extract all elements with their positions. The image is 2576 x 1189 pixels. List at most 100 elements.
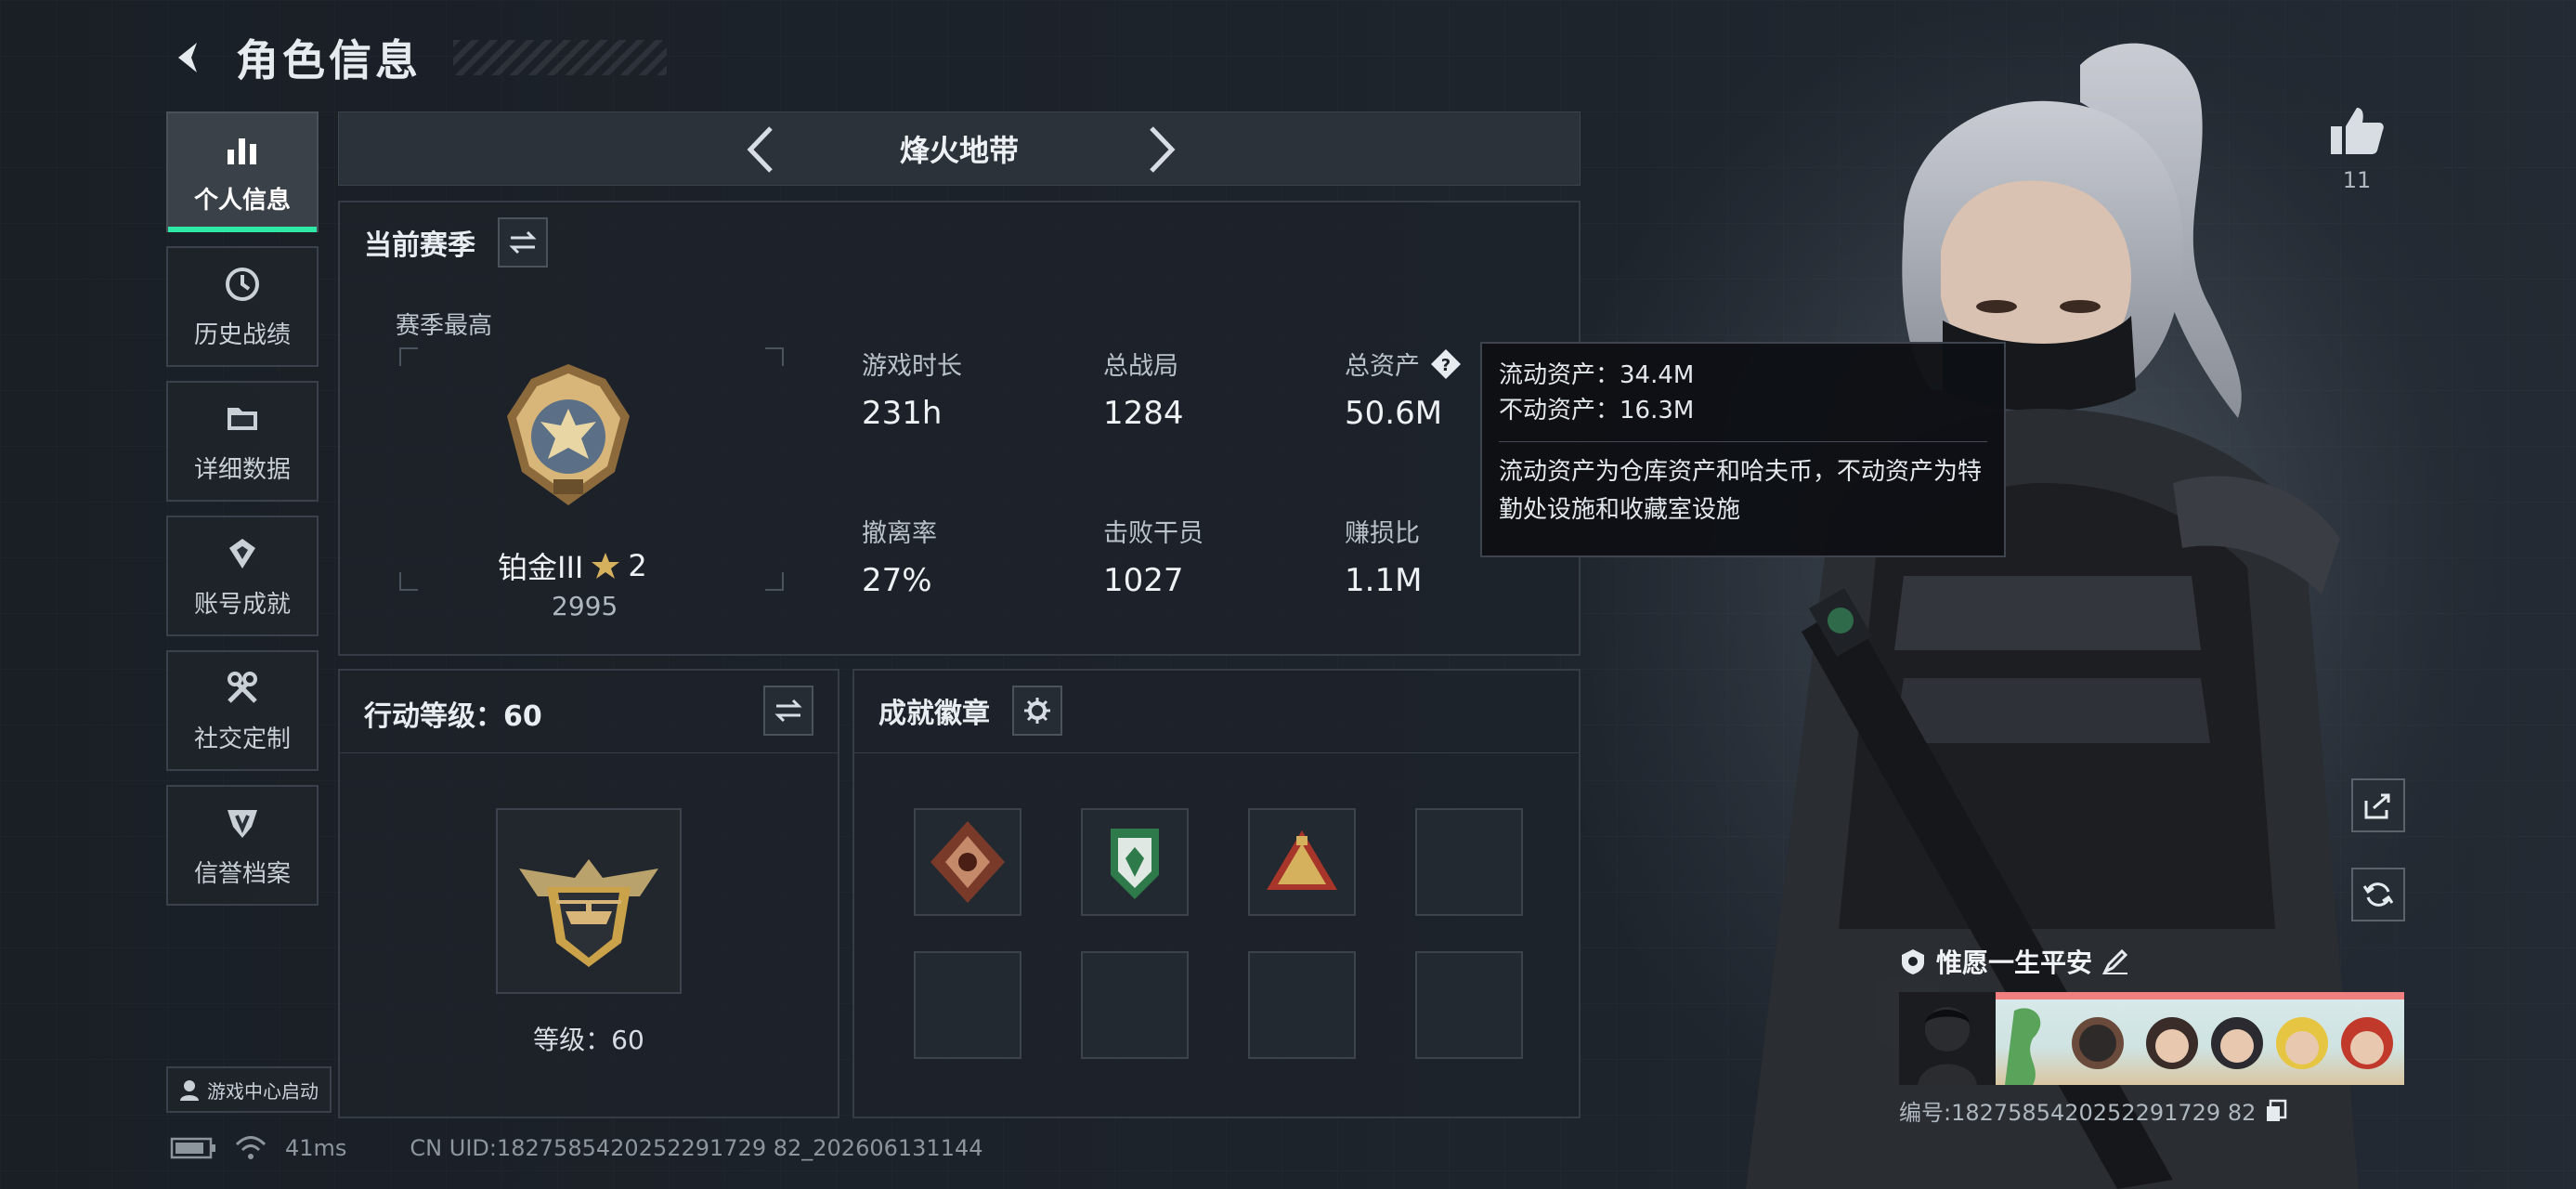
achievements-title: 成就徽章: [878, 698, 990, 730]
player-name: 惟愿一生平安: [1936, 947, 2093, 978]
edit-icon[interactable]: [2101, 947, 2129, 975]
stat-label: 击败干员: [1103, 519, 1203, 548]
season-best-label: 赛季最高: [396, 312, 493, 340]
rank-name: 铂金III: [498, 550, 584, 585]
copy-icon[interactable]: [2265, 1099, 2287, 1123]
stat-label: 撤离率: [862, 519, 937, 548]
ping-value: 41ms: [285, 1135, 347, 1161]
stat-label: 总资产: [1345, 352, 1420, 381]
share-icon: [2364, 793, 2390, 819]
badge-slot-empty[interactable]: [1415, 951, 1523, 1059]
battery-icon: [170, 1137, 215, 1159]
rank-stars: 2: [628, 548, 647, 583]
stat-value: 27%: [862, 562, 932, 599]
action-level-panel: 行动等级：60 等级：60: [338, 669, 839, 1118]
current-season-title: 当前赛季: [364, 229, 475, 262]
nav-item-social-custom[interactable]: 社交定制: [166, 650, 319, 771]
nav-item-history[interactable]: 历史战绩: [166, 246, 319, 367]
badge-settings-button[interactable]: [1012, 686, 1062, 736]
stat-value: 1027: [1103, 562, 1184, 599]
gold-emblem-badge-icon: [1267, 830, 1337, 890]
user-icon: [180, 1080, 199, 1101]
frame-corner: [399, 347, 418, 366]
game-center-label: 游戏中心启动: [207, 1079, 319, 1103]
switch-season-button[interactable]: [498, 217, 548, 268]
refresh-icon: [2362, 882, 2394, 907]
nav-item-personal-info[interactable]: 个人信息: [166, 111, 319, 232]
stat-value: 1284: [1103, 395, 1184, 432]
nav-item-detailed-data[interactable]: 详细数据: [166, 381, 319, 502]
stat-label: 总战局: [1103, 352, 1178, 381]
mode-name: 烽火地带: [899, 133, 1019, 168]
avatar[interactable]: [1899, 992, 1996, 1085]
nav-item-achievements[interactable]: 账号成就: [166, 516, 319, 636]
game-center-launch[interactable]: 游戏中心启动: [166, 1066, 332, 1113]
star-icon: [592, 553, 620, 579]
frame-corner: [399, 572, 418, 591]
stat-value: 1.1M: [1345, 562, 1423, 599]
gear-icon: [1024, 698, 1050, 724]
stat-value: 231h: [862, 395, 943, 432]
tooltip-divider: [1499, 441, 1987, 443]
folder-icon: [222, 399, 263, 439]
share-button[interactable]: [2351, 778, 2405, 832]
rank-points: 2995: [552, 591, 618, 621]
helicopter-level-emblem: [519, 859, 658, 967]
liquid-assets: 流动资产：34.4M: [1499, 361, 1695, 389]
badge-slot-empty[interactable]: [914, 951, 1021, 1059]
mode-selector: 烽火地带: [338, 111, 1581, 186]
stat-operators-defeated: 击败干员 1027: [1103, 513, 1326, 599]
player-id: 编号:1827585420252291729 82: [1899, 1100, 2257, 1126]
page-header: 角色信息: [165, 20, 667, 95]
next-mode-button[interactable]: [1132, 120, 1191, 179]
badge-slot-empty[interactable]: [1248, 951, 1356, 1059]
badge-slot[interactable]: [914, 808, 1021, 916]
player-shield-icon: [1902, 949, 1924, 974]
like-widget[interactable]: 11: [2329, 104, 2385, 193]
chevron-right-icon: [1150, 126, 1176, 173]
bar-chart-icon: [222, 129, 263, 170]
frame-corner: [765, 347, 784, 366]
action-level-title: 行动等级：60: [364, 700, 542, 733]
badge-slot-empty[interactable]: [1415, 808, 1523, 916]
swap-icon: [774, 699, 802, 723]
nav-label: 历史战绩: [193, 320, 291, 349]
nav-item-credit-record[interactable]: 信誉档案: [166, 785, 319, 906]
clock-icon: [222, 264, 263, 305]
assets-tooltip: 流动资产：34.4M 不动资产：16.3M 流动资产为仓库资产和哈夫币，不动资产…: [1480, 342, 2006, 557]
player-banner: [1899, 992, 2404, 1085]
badge-slot[interactable]: [1081, 808, 1189, 916]
swap-icon: [509, 230, 537, 255]
page-title: 角色信息: [236, 35, 422, 85]
badge-slot-empty[interactable]: [1081, 951, 1189, 1059]
nav-label: 个人信息: [193, 186, 291, 215]
tools-icon: [222, 668, 263, 709]
rank-title: 铂金III 2: [498, 544, 647, 587]
nav-label: 社交定制: [193, 725, 291, 753]
switch-level-button[interactable]: [763, 686, 813, 736]
assets-description: 流动资产为仓库资产和哈夫币，不动资产为特勤处设施和收藏室设施: [1499, 458, 1983, 524]
player-card: 惟愿一生平安 编号:1827585420252291729 82: [1899, 940, 2404, 1127]
platinum-rank-emblem: [503, 360, 633, 513]
nav-label: 账号成就: [193, 590, 291, 619]
title-decoration: [453, 40, 667, 75]
stat-total-matches: 总战局 1284: [1103, 346, 1326, 432]
help-icon[interactable]: ?: [1429, 347, 1463, 381]
back-arrow-icon: [178, 43, 197, 72]
badge-slot[interactable]: [1248, 808, 1356, 916]
wifi-icon: [235, 1136, 267, 1159]
achievement-badges-panel: 成就徽章: [852, 669, 1581, 1118]
status-bar: 41ms CN UID:1827585420252291729 82_20260…: [170, 1135, 983, 1161]
divider: [854, 752, 1579, 753]
back-button[interactable]: [165, 33, 214, 82]
name-card-banner: [1996, 992, 2404, 1085]
achievement-icon: [222, 533, 263, 574]
stat-label: 游戏时长: [862, 352, 962, 381]
uid-text: CN UID:1827585420252291729 82_2026061311…: [410, 1135, 983, 1161]
chevron-left-icon: [747, 126, 773, 173]
refresh-button[interactable]: [2351, 868, 2405, 921]
divider: [340, 752, 838, 753]
stat-extraction-rate: 撤离率 27%: [862, 513, 1085, 599]
prev-mode-button[interactable]: [731, 120, 790, 179]
nav-label: 详细数据: [193, 455, 291, 484]
